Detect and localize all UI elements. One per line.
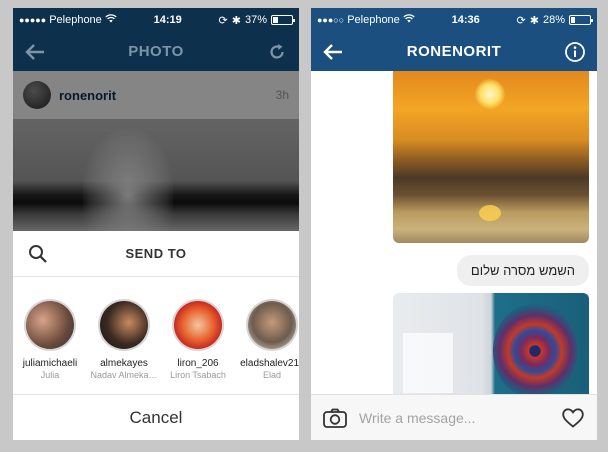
contact-avatar xyxy=(246,299,298,351)
post-header: ronenorit 3h xyxy=(13,71,299,119)
contact-username: liron_206 xyxy=(177,358,219,369)
search-icon xyxy=(29,245,47,263)
cancel-button[interactable]: Cancel xyxy=(13,394,299,440)
sun xyxy=(475,79,505,109)
share-screen: ●●●●● Pelephone 14:19 ⟳ ✱ 37% PHOTO rone… xyxy=(13,8,299,440)
page-title: PHOTO xyxy=(128,43,184,60)
contact-fullname: Julia xyxy=(40,370,60,380)
signal-icon: ●●●●● xyxy=(19,15,47,25)
photo-message-painting[interactable] xyxy=(393,293,589,394)
contact-item[interactable]: eladshalev211 Elad xyxy=(235,299,299,397)
camera-button[interactable] xyxy=(321,404,349,432)
status-bar: ●●●●● Pelephone 14:19 ⟳ ✱ 37% xyxy=(13,8,299,32)
contact-item[interactable]: liron_206 Liron Tsabach xyxy=(161,299,235,397)
page-title: RONENORIT xyxy=(406,43,502,60)
info-button[interactable] xyxy=(561,38,589,66)
contact-username: almekayes xyxy=(100,358,148,369)
nav-bar: PHOTO xyxy=(13,32,299,71)
post-username[interactable]: ronenorit xyxy=(59,88,268,103)
contact-avatar xyxy=(98,299,150,351)
sheet-title: SEND TO xyxy=(125,246,187,261)
back-arrow-icon xyxy=(323,43,342,60)
contact-item[interactable]: juliamichaeli Julia xyxy=(13,299,87,397)
back-arrow-icon xyxy=(25,43,44,60)
nav-bar: RONENORIT xyxy=(311,32,597,71)
like-button[interactable] xyxy=(559,404,587,432)
contact-avatar xyxy=(24,299,76,351)
send-to-sheet: SEND TO juliamichaeli Julia almekayes Na… xyxy=(13,231,299,440)
heart-icon xyxy=(562,407,584,428)
search-button[interactable] xyxy=(27,243,49,265)
battery-level xyxy=(273,17,279,23)
direct-thread-screen: ●●●○○ Pelephone 14:36 ⟳ ✱ 28% RONENORIT … xyxy=(311,8,597,440)
contact-fullname: Elad xyxy=(262,370,281,380)
contact-username: eladshalev211 xyxy=(240,358,299,369)
window-light xyxy=(403,333,453,393)
message-list: השמש מסרה שלום xyxy=(311,71,597,394)
contact-fullname: Nadav Almeka… xyxy=(90,370,158,380)
wave-splash xyxy=(83,129,173,231)
contact-username: juliamichaeli xyxy=(22,358,78,369)
battery-icon xyxy=(271,15,295,25)
post-photo xyxy=(13,119,299,231)
rotation-lock-icon: ⟳ xyxy=(516,14,526,27)
clock: 14:19 xyxy=(153,14,182,26)
avatar[interactable] xyxy=(23,81,51,109)
refresh-button[interactable] xyxy=(263,38,291,66)
battery-icon xyxy=(569,15,593,25)
text-message: השמש מסרה שלום xyxy=(456,255,589,286)
mandala-painting xyxy=(493,303,577,394)
info-icon xyxy=(565,41,585,62)
clock: 14:36 xyxy=(451,14,480,26)
rotation-lock-icon: ⟳ xyxy=(218,14,228,27)
message-composer xyxy=(311,394,597,440)
status-bar: ●●●○○ Pelephone 14:36 ⟳ ✱ 28% xyxy=(311,8,597,32)
refresh-icon xyxy=(270,43,284,59)
contact-avatar xyxy=(172,299,224,351)
signal-icon: ●●●○○ xyxy=(317,15,345,25)
bluetooth-icon: ✱ xyxy=(529,14,539,27)
post-timestamp: 3h xyxy=(275,88,289,102)
battery-percent: 28% xyxy=(542,14,565,26)
back-button[interactable] xyxy=(319,38,347,66)
message-input[interactable] xyxy=(359,409,549,426)
contact-item[interactable]: almekayes Nadav Almeka… xyxy=(87,299,161,397)
bluetooth-icon: ✱ xyxy=(231,14,241,27)
back-button[interactable] xyxy=(21,38,49,66)
sheet-header: SEND TO xyxy=(13,231,299,277)
wifi-icon xyxy=(105,14,117,26)
sun-reflection xyxy=(479,205,501,221)
contact-list: juliamichaeli Julia almekayes Nadav Alme… xyxy=(13,277,299,397)
carrier-label: Pelephone xyxy=(347,14,400,26)
photo-message-sunset[interactable] xyxy=(393,71,589,243)
wifi-icon xyxy=(403,14,415,26)
contact-fullname: Liron Tsabach xyxy=(170,370,226,380)
battery-level xyxy=(571,17,575,23)
camera-icon xyxy=(323,408,347,428)
battery-percent: 37% xyxy=(244,14,267,26)
carrier-label: Pelephone xyxy=(49,14,102,26)
